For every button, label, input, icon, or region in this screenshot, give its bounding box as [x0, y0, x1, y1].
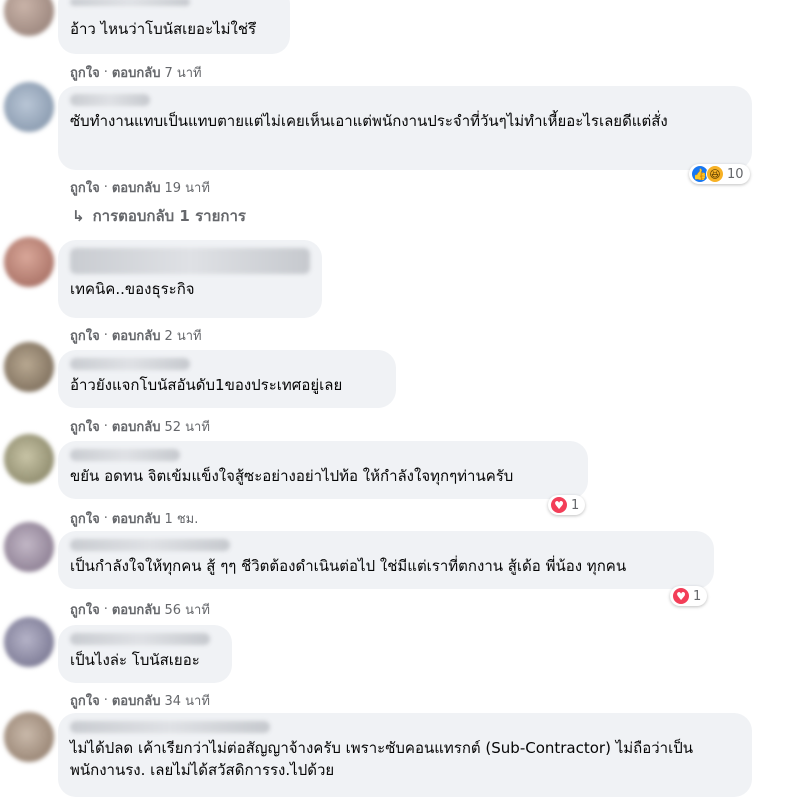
reaction-summary[interactable]: ♥ 1 [670, 586, 708, 606]
comment-text: ขยัน อดทน จิตเข้มแข็งใจสู้ซะอย่างอย่าไปท… [70, 467, 514, 485]
like-button[interactable]: ถูกใจ [70, 599, 100, 620]
reaction-count: 1 [693, 588, 702, 604]
like-button[interactable]: ถูกใจ [70, 177, 100, 198]
reply-button[interactable]: ตอบกลับ [112, 508, 161, 529]
separator: · [103, 328, 108, 343]
reply-button[interactable]: ตอบกลับ [112, 62, 161, 83]
comment-author[interactable] [70, 449, 180, 461]
like-button[interactable]: ถูกใจ [70, 508, 100, 529]
avatar[interactable] [4, 522, 54, 572]
haha-icon: 😆 [706, 165, 724, 183]
comment-author[interactable] [70, 633, 210, 645]
avatar[interactable] [4, 237, 54, 287]
avatar[interactable] [4, 617, 54, 667]
comment-actions: ถูกใจ · ตอบกลับ 1 ชม. [70, 508, 198, 529]
comment-text: ไม่ได้ปลด เค้าเรียกว่าไม่ต่อสัญญาจ้างครั… [70, 739, 693, 779]
comment-bubble: ซับทำงานแทบเป็นแทบตายแต่ไม่เคยเห็นเอาแต่… [58, 86, 752, 170]
reply-arrow-icon: ↳ [72, 207, 85, 225]
comment-text: อ้าวยังแจกโบนัสอันดับ1ของประเทศอยู่เลย [70, 376, 343, 394]
comment-time[interactable]: 1 ชม. [164, 508, 198, 529]
comment-actions: ถูกใจ · ตอบกลับ 7 นาที [70, 62, 202, 83]
reply-button[interactable]: ตอบกลับ [112, 599, 161, 620]
separator: · [103, 602, 108, 617]
reply-button[interactable]: ตอบกลับ [112, 416, 161, 437]
comment-time[interactable]: 52 นาที [164, 416, 209, 437]
comment-bubble: อ้าวยังแจกโบนัสอันดับ1ของประเทศอยู่เลย [58, 350, 396, 408]
like-button[interactable]: ถูกใจ [70, 325, 100, 346]
comment-bubble: เทคนิค..ของธุระกิจ [58, 240, 322, 318]
comment-bubble: เป็นไงล่ะ โบนัสเยอะ [58, 625, 232, 683]
comment-actions: ถูกใจ · ตอบกลับ 56 นาที [70, 599, 210, 620]
comment-time[interactable]: 2 นาที [164, 325, 201, 346]
comment-text: เป็นไงล่ะ โบนัสเยอะ [70, 651, 200, 669]
reaction-count: 10 [727, 166, 744, 182]
avatar[interactable] [4, 434, 54, 484]
comment-actions: ถูกใจ · ตอบกลับ 19 นาที [70, 177, 210, 198]
comment-bubble: ไม่ได้ปลด เค้าเรียกว่าไม่ต่อสัญญาจ้างครั… [58, 713, 752, 797]
avatar[interactable] [4, 82, 54, 132]
comment-actions: ถูกใจ · ตอบกลับ 2 นาที [70, 325, 202, 346]
comment-author[interactable] [70, 248, 310, 274]
separator: · [103, 180, 108, 195]
comment-bubble: อ้าว ไหนว่าโบนัสเยอะไม่ใช่รึ [58, 0, 290, 54]
view-replies-link[interactable]: ↳ การตอบกลับ 1 รายการ [72, 204, 246, 228]
comment-time[interactable]: 56 นาที [164, 599, 209, 620]
reaction-summary[interactable]: 👍 😆 10 [689, 164, 750, 184]
replies-label: การตอบกลับ 1 รายการ [92, 207, 246, 225]
comment-author[interactable] [70, 721, 270, 733]
avatar[interactable] [4, 342, 54, 392]
comment-author[interactable] [70, 0, 190, 6]
comment-text: ซับทำงานแทบเป็นแทบตายแต่ไม่เคยเห็นเอาแต่… [70, 112, 668, 130]
separator: · [103, 419, 108, 434]
comment-author[interactable] [70, 539, 230, 551]
comment-time[interactable]: 7 นาที [164, 62, 201, 83]
reply-button[interactable]: ตอบกลับ [112, 325, 161, 346]
separator: · [103, 693, 108, 708]
comment-bubble: เป็นกำลังใจให้ทุกคน สู้ ๆๆ ชีวิตต้องดำเน… [58, 531, 714, 589]
like-button[interactable]: ถูกใจ [70, 62, 100, 83]
love-icon: ♥ [550, 496, 568, 514]
like-button[interactable]: ถูกใจ [70, 416, 100, 437]
comment-actions: ถูกใจ · ตอบกลับ 52 นาที [70, 416, 210, 437]
avatar[interactable] [4, 0, 54, 36]
comment-time[interactable]: 34 นาที [164, 690, 209, 711]
reply-button[interactable]: ตอบกลับ [112, 690, 161, 711]
reaction-count: 1 [571, 497, 580, 513]
comment-text: เทคนิค..ของธุระกิจ [70, 280, 195, 298]
love-icon: ♥ [672, 587, 690, 605]
comment-author[interactable] [70, 358, 190, 370]
reply-button[interactable]: ตอบกลับ [112, 177, 161, 198]
reaction-summary[interactable]: ♥ 1 [548, 495, 586, 515]
separator: · [103, 65, 108, 80]
comment-text: เป็นกำลังใจให้ทุกคน สู้ ๆๆ ชีวิตต้องดำเน… [70, 557, 627, 575]
avatar[interactable] [4, 712, 54, 762]
comment-author[interactable] [70, 94, 150, 106]
separator: · [103, 511, 108, 526]
comment-actions: ถูกใจ · ตอบกลับ 34 นาที [70, 690, 210, 711]
comment-bubble: ขยัน อดทน จิตเข้มแข็งใจสู้ซะอย่างอย่าไปท… [58, 441, 588, 499]
comment-time[interactable]: 19 นาที [164, 177, 209, 198]
like-button[interactable]: ถูกใจ [70, 690, 100, 711]
comment-text: อ้าว ไหนว่าโบนัสเยอะไม่ใช่รึ [70, 20, 257, 38]
